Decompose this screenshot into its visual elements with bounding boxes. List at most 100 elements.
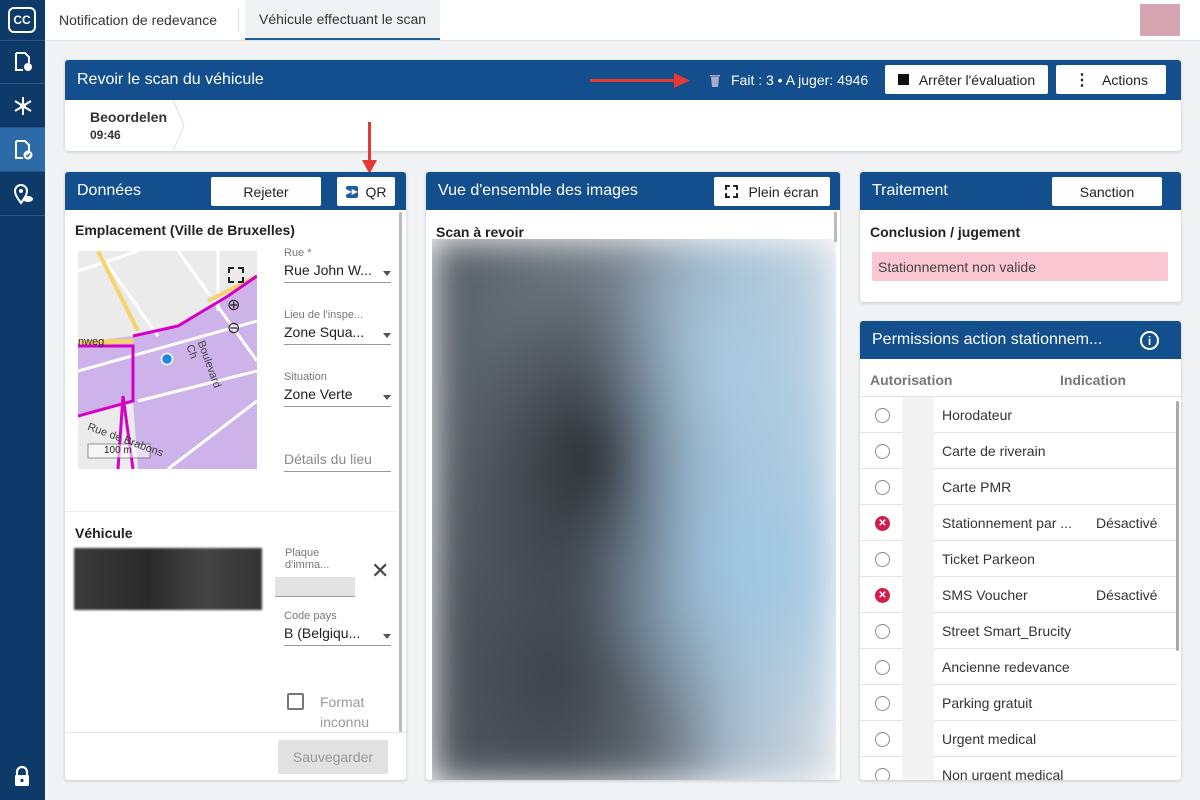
tab-notification[interactable]: Notification de redevance xyxy=(45,0,231,40)
error-icon[interactable]: ✕ xyxy=(875,588,890,603)
permissions-list: Horodateur Carte de riverain Carte PMR ✕ Sta… xyxy=(860,397,1181,780)
permission-row[interactable]: Ticket Parkeon xyxy=(860,541,1178,577)
unknown-format-checkbox[interactable] xyxy=(287,693,304,710)
zoom-out-icon[interactable]: ⊖ xyxy=(227,318,240,338)
permission-row[interactable]: Carte PMR xyxy=(860,469,1178,505)
stop-evaluation-label: Arrêter l'évaluation xyxy=(918,71,1036,88)
radio-empty-icon[interactable] xyxy=(875,444,890,459)
fullscreen-label: Plein écran xyxy=(748,183,819,200)
radio-empty-icon[interactable] xyxy=(875,408,890,423)
annotation-arrow xyxy=(590,79,682,82)
location-eye-icon xyxy=(13,183,33,205)
permission-name: SMS Voucher xyxy=(942,587,1028,603)
radio-empty-icon[interactable] xyxy=(875,660,890,675)
row-shade xyxy=(902,757,934,780)
permission-name: Ancienne redevance xyxy=(942,659,1070,675)
inspection-place-value: Zone Squa... xyxy=(284,321,391,345)
radio-empty-icon[interactable] xyxy=(875,768,890,780)
lock-icon[interactable] xyxy=(12,765,32,790)
permission-indication: Désactivé xyxy=(1096,587,1158,603)
row-shade xyxy=(902,613,934,649)
close-icon[interactable]: ✕ xyxy=(371,558,389,584)
scrollbar[interactable] xyxy=(834,212,837,242)
vehicle-title: Véhicule xyxy=(75,525,133,541)
tab-vehicle-scan[interactable]: Véhicule effectuant le scan xyxy=(245,0,441,40)
qr-button[interactable]: ▶▶ QR xyxy=(337,177,395,206)
sanction-button[interactable]: Sanction xyxy=(1052,177,1162,206)
chevron-down-icon xyxy=(383,395,391,400)
permissions-title: Permissions action stationnem... xyxy=(872,331,1103,348)
conclusion-value[interactable]: Stationnement non valide xyxy=(872,252,1168,281)
actions-button[interactable]: ⋮ Actions xyxy=(1056,65,1166,94)
permission-row[interactable]: Carte de riverain xyxy=(860,433,1178,469)
map[interactable]: nweg Boulevard Ch Rue de Brabons 100 m ⊕… xyxy=(78,251,257,469)
location-details-field[interactable]: Détails du lieu xyxy=(284,448,391,472)
fullscreen-button[interactable]: Plein écran xyxy=(714,177,830,206)
permission-row[interactable]: Parking gratuit xyxy=(860,685,1178,721)
row-shade xyxy=(902,469,934,505)
location-details-placeholder: Détails du lieu xyxy=(284,448,391,472)
scrollbar[interactable] xyxy=(399,212,402,732)
fullscreen-icon xyxy=(725,185,739,198)
street-field[interactable]: Rue * Rue John W... xyxy=(284,247,391,283)
inspection-place-field[interactable]: Lieu de l'inspe... Zone Squa... xyxy=(284,309,391,345)
app-logo[interactable]: CC xyxy=(8,7,36,33)
street-label: Rue * xyxy=(284,247,312,259)
country-code-value: B (Belgiqu... xyxy=(284,622,391,646)
permission-indication: Désactivé xyxy=(1096,515,1158,531)
unknown-format-label: Format inconnu xyxy=(320,694,370,730)
license-plate-field[interactable]: Plaque d'imma... xyxy=(275,547,361,597)
permissions-panel: Permissions action stationnem... i Autor… xyxy=(860,321,1181,780)
radio-empty-icon[interactable] xyxy=(875,552,890,567)
radio-empty-icon[interactable] xyxy=(875,624,890,639)
traitement-panel: Traitement Sanction Conclusion / jugemen… xyxy=(860,172,1181,302)
chevron-down-icon xyxy=(383,271,391,276)
zoom-in-icon[interactable]: ⊕ xyxy=(227,295,240,315)
radio-empty-icon[interactable] xyxy=(875,480,890,495)
info-icon[interactable]: i xyxy=(1140,331,1159,350)
permission-row[interactable]: ✕ Stationnement par ... Désactivé xyxy=(860,505,1178,541)
street-value: Rue John W... xyxy=(284,259,391,283)
error-icon[interactable]: ✕ xyxy=(875,516,890,531)
radio-empty-icon[interactable] xyxy=(875,732,890,747)
permission-name: Non urgent medical xyxy=(942,767,1064,780)
permission-row[interactable]: ✕ SMS Voucher Désactivé xyxy=(860,577,1178,613)
more-vertical-icon: ⋮ xyxy=(1074,71,1091,89)
footer-divider xyxy=(65,732,406,733)
scan-image[interactable] xyxy=(432,239,836,780)
radio-empty-icon[interactable] xyxy=(875,696,890,711)
permission-name: Urgent medical xyxy=(942,731,1037,747)
review-stats: Fait : 3 • A juger: 4946 xyxy=(731,72,869,88)
country-code-field[interactable]: Code pays B (Belgiqu... xyxy=(284,610,391,646)
permission-row[interactable]: Horodateur xyxy=(860,397,1178,433)
situation-field[interactable]: Situation Zone Verte xyxy=(284,371,391,407)
permission-name: Carte de riverain xyxy=(942,443,1046,459)
scrollbar[interactable] xyxy=(1176,401,1179,651)
sidebar-item-location[interactable] xyxy=(0,172,45,216)
license-plate-value xyxy=(275,577,355,597)
workflow-step[interactable]: Beoordelen 09:46 xyxy=(65,100,185,151)
permission-name: Stationnement par ... xyxy=(942,515,1072,531)
sidebar-item-network[interactable] xyxy=(0,84,45,128)
avatar[interactable] xyxy=(1140,4,1180,36)
permission-name: Ticket Parkeon xyxy=(942,551,1035,567)
permission-row[interactable]: Non urgent medical xyxy=(860,757,1178,780)
sidebar-item-documents[interactable] xyxy=(0,40,45,84)
permission-row[interactable]: Ancienne redevance xyxy=(860,649,1178,685)
row-shade xyxy=(902,433,934,469)
tab-divider xyxy=(238,9,239,31)
permission-row[interactable]: Urgent medical xyxy=(860,721,1178,757)
save-button[interactable]: Sauvegarder xyxy=(278,740,388,774)
stop-evaluation-button[interactable]: Arrêter l'évaluation xyxy=(885,65,1048,94)
row-shade xyxy=(902,577,934,613)
donnees-title: Données xyxy=(77,182,142,199)
permission-row[interactable]: Street Smart_Brucity xyxy=(860,613,1178,649)
donnees-panel: Données Rejeter ▶▶ QR Emplacement (Ville… xyxy=(65,172,406,780)
vehicle-image xyxy=(74,548,262,610)
sidebar-item-review[interactable] xyxy=(0,128,45,172)
map-scale: 100 m xyxy=(104,445,132,456)
document-check-icon xyxy=(14,139,32,159)
fullscreen-icon[interactable] xyxy=(228,267,244,283)
reject-button[interactable]: Rejeter xyxy=(211,177,321,206)
situation-value: Zone Verte xyxy=(284,383,391,407)
